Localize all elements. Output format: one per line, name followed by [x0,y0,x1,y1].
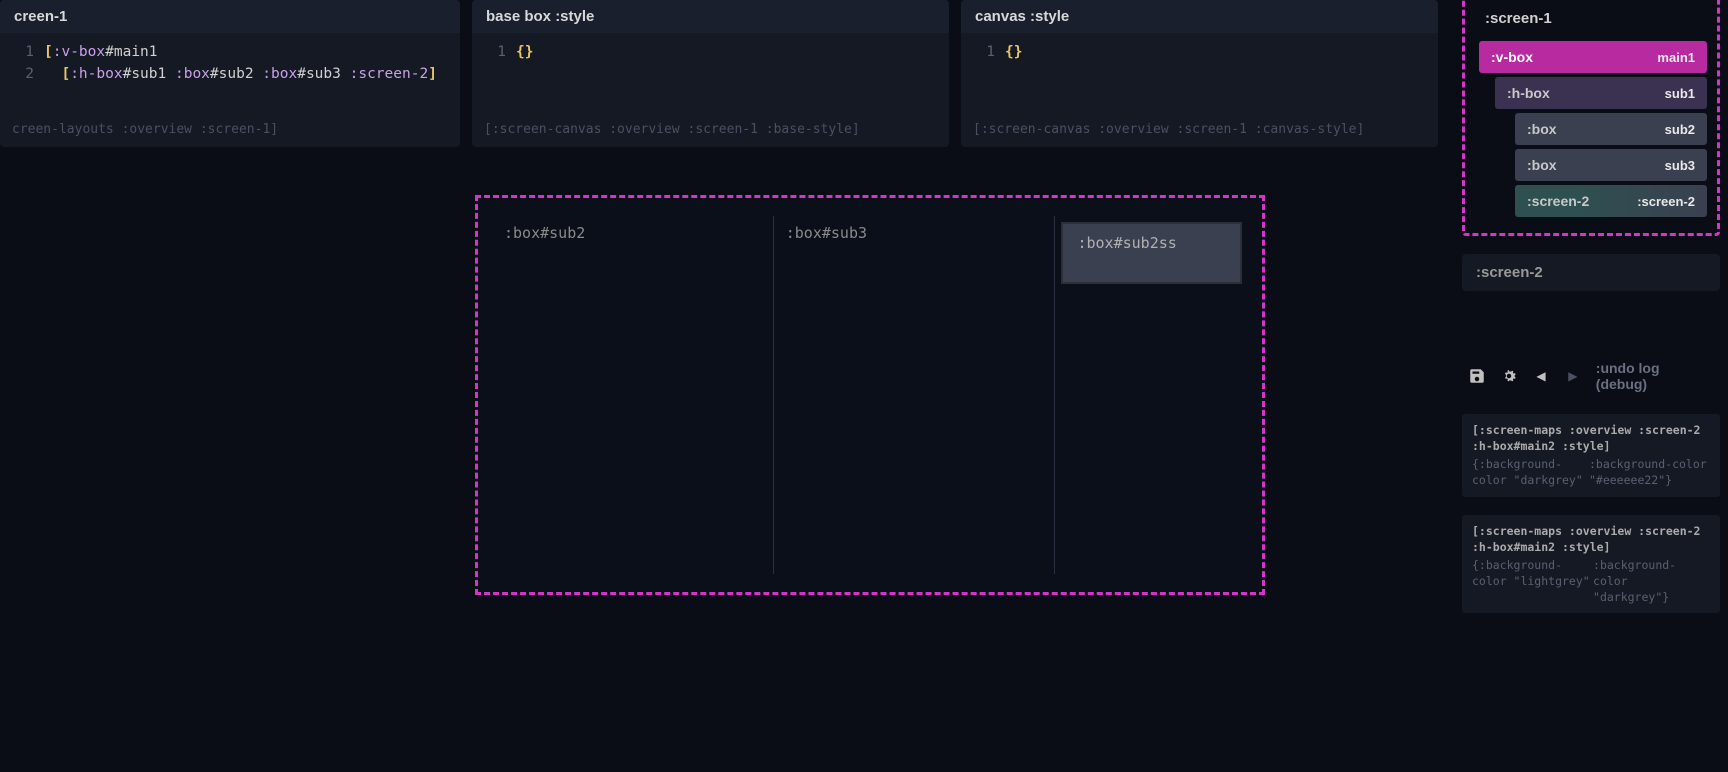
breadcrumb: [:screen-canvas :overview :screen-1 :bas… [472,116,949,147]
tree-item-vbox-main1[interactable]: :v-box main1 [1479,41,1707,73]
screen-frame[interactable]: :box#sub2 :box#sub3 :box#sub2ss [475,195,1265,595]
tree-item-id: main1 [1657,50,1695,65]
tree-item-type: :h-box [1507,85,1550,101]
tree-item-id: :screen-2 [1637,194,1695,209]
tree-item-box-sub2[interactable]: :box sub2 [1515,113,1707,145]
tree-item-id: sub2 [1665,122,1695,137]
log-path: [:screen-maps :overview :screen-2 :h-box… [1472,523,1710,555]
line-number: 2 [12,63,34,85]
canvas-box-sub3[interactable]: :box#sub3 [774,216,1056,574]
panel-header: canvas :style [961,0,1438,33]
line-number: 1 [12,41,34,63]
code-editor[interactable]: 1 {} [472,33,949,116]
tree-item-hbox-sub1[interactable]: :h-box sub1 [1495,77,1707,109]
tree-item-type: :v-box [1491,49,1533,65]
line-number: 1 [973,41,995,63]
log-entry[interactable]: [:screen-maps :overview :screen-2 :h-box… [1462,414,1720,496]
undo-log-label: :undo log (debug) [1596,360,1714,392]
panel-header: base box :style [472,0,949,33]
canvas-box-selected-wrap[interactable]: :box#sub2ss [1055,216,1248,574]
line-number: 1 [484,41,506,63]
toolbar: ◀ ▶ :undo log (debug) [1458,352,1724,400]
tree-item-box-sub3[interactable]: :box sub3 [1515,149,1707,181]
panel-header: creen-1 [0,0,460,33]
editor-panel-screen-1[interactable]: creen-1 1 [:v-box#main1 2 [:h-box#sub1 :… [0,0,460,147]
tree-item-type: :box [1527,121,1557,137]
chevron-right-icon[interactable]: ▶ [1564,367,1582,385]
editor-panel-canvas-style[interactable]: canvas :style 1 {} [:screen-canvas :over… [961,0,1438,147]
save-icon[interactable] [1468,367,1486,385]
log-left: {:background-color "darkgrey" [1472,456,1589,488]
tree-screen-1-label: :screen-1 [1471,0,1711,37]
breadcrumb: [:screen-canvas :overview :screen-1 :can… [961,116,1438,147]
tree-item-screen-2-ref[interactable]: :screen-2 :screen-2 [1515,185,1707,217]
tree-item-type: :box [1527,157,1557,173]
tree-screen-2[interactable]: :screen-2 [1462,254,1720,291]
canvas-box-sub2[interactable]: :box#sub2 [492,216,774,574]
log-path: [:screen-maps :overview :screen-2 :h-box… [1472,422,1710,454]
log-left: {:background-color "lightgrey" [1472,557,1593,605]
canvas-selected-box[interactable]: :box#sub2ss [1061,222,1242,284]
breadcrumb: creen-layouts :overview :screen-1] [0,116,460,147]
chevron-left-icon[interactable]: ◀ [1532,367,1550,385]
code-editor[interactable]: 1 {} [961,33,1438,116]
tree-item-id: sub1 [1665,86,1695,101]
gear-icon[interactable] [1500,367,1518,385]
log-right: :background-color "#eeeeee22"} [1589,456,1710,488]
tree-item-id: sub3 [1665,158,1695,173]
editor-panel-base-box-style[interactable]: base box :style 1 {} [:screen-canvas :ov… [472,0,949,147]
tree-item-type: :screen-2 [1527,193,1589,209]
tree-screen-2-label: :screen-2 [1462,254,1720,291]
code-editor[interactable]: 1 [:v-box#main1 2 [:h-box#sub1 :box#sub2… [0,33,460,116]
tree-screen-1-active[interactable]: :screen-1 :v-box main1 :h-box sub1 :box … [1462,0,1720,236]
log-right: :background-color "darkgrey"} [1593,557,1710,605]
log-entry[interactable]: [:screen-maps :overview :screen-2 :h-box… [1462,515,1720,613]
